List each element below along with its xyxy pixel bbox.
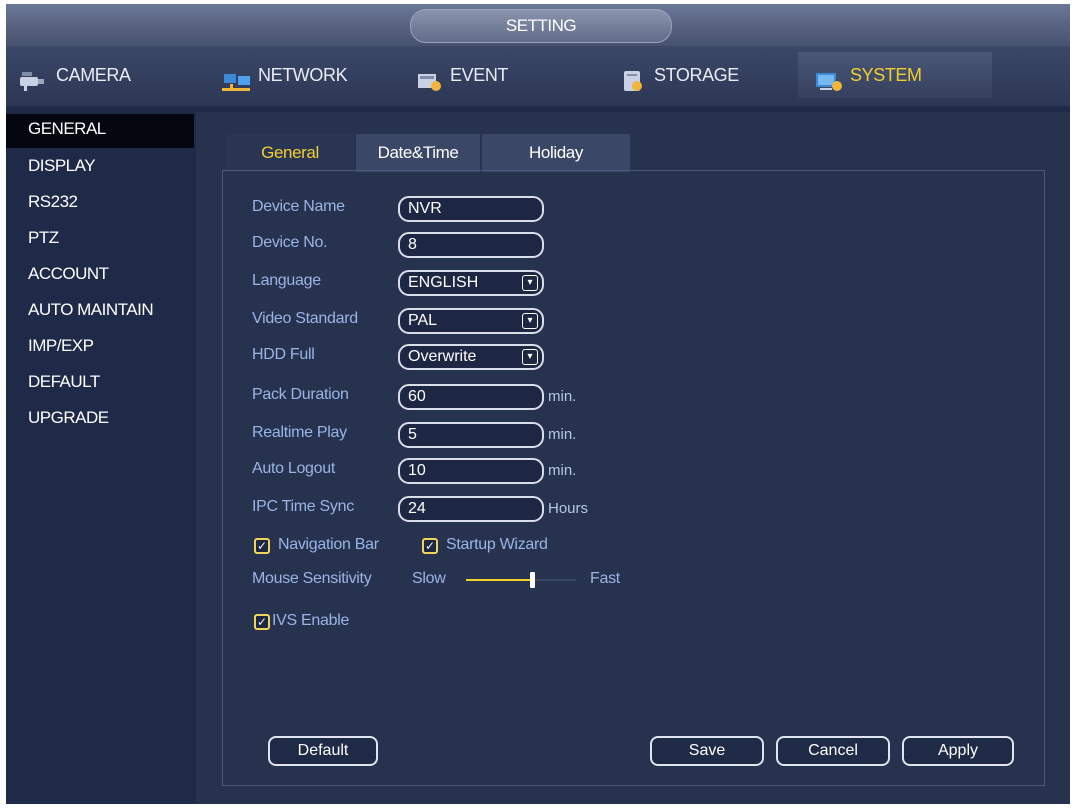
content-area: General Date&Time Holiday Device Name NV… — [196, 112, 1070, 804]
realtime-play-unit: min. — [548, 426, 577, 443]
language-select[interactable]: ENGLISH ▾ — [398, 270, 544, 296]
mouse-sensitivity-label: Mouse Sensitivity — [252, 570, 372, 587]
video-standard-select[interactable]: PAL ▾ — [398, 308, 544, 334]
main-tab-bar: CAMERA NETWORK EVENT STORAGE SYSTEM — [6, 46, 1070, 106]
realtime-play-input[interactable]: 5 — [398, 422, 544, 448]
ipc-time-sync-label: IPC Time Sync — [252, 498, 354, 515]
window-title: SETTING — [410, 9, 672, 43]
sidebar-item-general[interactable]: GENERAL — [6, 114, 194, 148]
storage-icon — [616, 63, 650, 92]
tab-event[interactable]: EVENT — [412, 52, 582, 98]
event-icon — [412, 63, 446, 92]
pack-duration-input[interactable]: 60 — [398, 384, 544, 410]
auto-logout-label: Auto Logout — [252, 460, 335, 477]
apply-button[interactable]: Apply — [902, 736, 1014, 766]
video-standard-value: PAL — [408, 312, 438, 329]
ipc-time-sync-input[interactable]: 24 — [398, 496, 544, 522]
hdd-full-value: Overwrite — [408, 348, 477, 365]
device-name-label: Device Name — [252, 198, 345, 215]
chevron-down-icon[interactable]: ▾ — [522, 275, 538, 291]
chevron-down-icon[interactable]: ▾ — [522, 349, 538, 365]
ivs-enable-checkbox[interactable]: ✓ — [254, 614, 270, 630]
auto-logout-input[interactable]: 10 — [398, 458, 544, 484]
realtime-play-label: Realtime Play — [252, 424, 347, 441]
tab-system-label: SYSTEM — [850, 65, 922, 85]
tab-system[interactable]: SYSTEM — [798, 52, 992, 98]
hdd-full-select[interactable]: Overwrite ▾ — [398, 344, 544, 370]
sidebar: GENERAL DISPLAY RS232 PTZ ACCOUNT AUTO M… — [6, 114, 194, 436]
pack-duration-label: Pack Duration — [252, 386, 349, 403]
tab-network[interactable]: NETWORK — [220, 52, 390, 98]
sidebar-item-ptz[interactable]: PTZ — [6, 220, 194, 256]
chevron-down-icon[interactable]: ▾ — [522, 313, 538, 329]
pack-duration-unit: min. — [548, 388, 577, 405]
default-button[interactable]: Default — [268, 736, 378, 766]
startup-wizard-label: Startup Wizard — [446, 536, 548, 553]
video-standard-label: Video Standard — [252, 310, 358, 327]
hdd-full-label: HDD Full — [252, 346, 315, 363]
mouse-sensitivity-slider[interactable] — [466, 572, 576, 588]
language-label: Language — [252, 272, 321, 289]
tab-storage-label: STORAGE — [654, 65, 739, 85]
device-name-input[interactable]: NVR — [398, 196, 544, 222]
title-bar: SETTING — [6, 4, 1070, 46]
sidebar-item-display[interactable]: DISPLAY — [6, 148, 194, 184]
sidebar-item-imp-exp[interactable]: IMP/EXP — [6, 328, 194, 364]
sidebar-item-auto-maintain[interactable]: AUTO MAINTAIN — [6, 292, 194, 328]
general-panel — [222, 170, 1045, 786]
system-icon — [812, 63, 846, 92]
slider-handle[interactable] — [530, 572, 535, 588]
sidebar-item-upgrade[interactable]: UPGRADE — [6, 400, 194, 436]
tab-event-label: EVENT — [450, 65, 509, 85]
setting-window: SETTING CAMERA NETWORK EVENT STORAGE SYS… — [6, 4, 1070, 804]
save-button[interactable]: Save — [650, 736, 764, 766]
ivs-enable-label: IVS Enable — [272, 612, 350, 629]
tab-general[interactable]: General — [226, 134, 354, 172]
cancel-button[interactable]: Cancel — [776, 736, 890, 766]
camera-icon — [18, 63, 52, 92]
navigation-bar-label: Navigation Bar — [278, 536, 379, 553]
tab-date-time[interactable]: Date&Time — [356, 134, 480, 172]
tab-camera[interactable]: CAMERA — [18, 52, 188, 98]
tab-network-label: NETWORK — [258, 65, 348, 85]
sidebar-item-default[interactable]: DEFAULT — [6, 364, 194, 400]
tab-storage[interactable]: STORAGE — [616, 52, 786, 98]
slider-fill — [466, 579, 532, 581]
language-value: ENGLISH — [408, 274, 479, 291]
device-no-label: Device No. — [252, 234, 328, 251]
auto-logout-unit: min. — [548, 462, 577, 479]
tab-holiday[interactable]: Holiday — [482, 134, 630, 172]
sidebar-item-account[interactable]: ACCOUNT — [6, 256, 194, 292]
slow-label: Slow — [412, 570, 446, 587]
ipc-time-sync-unit: Hours — [548, 500, 589, 517]
startup-wizard-checkbox[interactable]: ✓ — [422, 538, 438, 554]
network-icon — [220, 63, 254, 92]
sidebar-item-rs232[interactable]: RS232 — [6, 184, 194, 220]
fast-label: Fast — [590, 570, 620, 587]
device-no-input[interactable]: 8 — [398, 232, 544, 258]
navigation-bar-checkbox[interactable]: ✓ — [254, 538, 270, 554]
tab-camera-label: CAMERA — [56, 65, 131, 85]
